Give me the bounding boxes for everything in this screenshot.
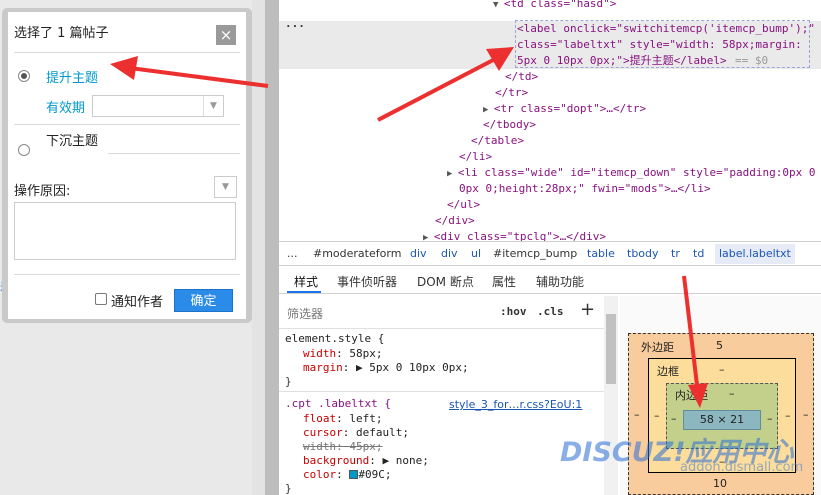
reason-textarea[interactable] [14, 202, 236, 260]
style-property[interactable]: margin: ▶ 5px 0 10px 0px; [303, 361, 469, 375]
border-top-value[interactable]: – [719, 363, 725, 376]
tab-event-listeners[interactable]: 事件侦听器 [337, 273, 397, 290]
dom-line[interactable]: </ul> [447, 197, 480, 213]
more-icon[interactable]: ··· [285, 20, 305, 33]
notify-author-label[interactable]: 通知作者 [111, 291, 163, 310]
breadcrumb-item[interactable]: ... [287, 247, 298, 260]
filter-input[interactable]: 筛选器 [287, 305, 323, 322]
divider [14, 274, 240, 275]
style-property-overridden[interactable]: width: 45px; [303, 440, 383, 454]
breadcrumb-item[interactable]: ul [471, 247, 481, 260]
style-property[interactable]: color: #09C; [303, 468, 392, 482]
validity-label: 有效期 [46, 101, 86, 116]
padding-top-value[interactable]: – [729, 387, 735, 400]
rule-close: } [285, 375, 292, 388]
divider [14, 124, 240, 125]
tab-accessibility[interactable]: 辅助功能 [536, 273, 584, 290]
tab-styles[interactable]: 样式 [294, 273, 318, 290]
scrollbar-thumb[interactable] [606, 314, 616, 384]
elements-tree: ··· ▼ <td class="hasd"> <label onclick="… [279, 0, 821, 243]
tab-properties[interactable]: 属性 [492, 273, 516, 290]
confirm-button[interactable]: 确定 [174, 289, 233, 312]
option-bump-label[interactable]: 提升主题 [46, 67, 98, 86]
styles-tabs: 样式 事件侦听器 DOM 断点 属性 辅助功能 [279, 266, 821, 294]
active-tab-indicator [287, 291, 321, 293]
chevron-down-icon: ▼ [203, 96, 223, 116]
notify-author-checkbox[interactable] [95, 293, 107, 305]
border-right-value[interactable]: – [785, 409, 791, 422]
source-link[interactable]: style_3_for…r.css?EoU:1 [449, 398, 582, 411]
moderate-dialog-frame: 选择了 1 篇帖子 × 提升主题 有效期 ▼ 下沉主题 操作原因: ▼ 通知作者… [2, 8, 252, 323]
breadcrumb-item[interactable]: table [587, 247, 615, 260]
margin-label: 外边距 [641, 341, 674, 354]
cls-toggle[interactable]: .cls [537, 305, 564, 318]
reason-dropdown[interactable]: ▼ [214, 176, 237, 198]
breadcrumb-item-selected[interactable]: label.labeltxt [715, 244, 795, 264]
split-divider[interactable] [265, 0, 279, 495]
dom-line[interactable]: </li> [459, 149, 492, 165]
dom-line[interactable]: ▼ <td class="hasd"> [493, 0, 616, 12]
style-property[interactable]: width: 58px; [303, 347, 383, 361]
dom-line[interactable]: ▶ <li class="wide" id="itemcp_down" styl… [447, 165, 815, 181]
margin-bottom-value[interactable]: 10 [713, 477, 727, 490]
selected-node-box [515, 20, 810, 68]
box-model-content[interactable]: 58 × 21 [683, 410, 761, 430]
tab-dom-breakpoints[interactable]: DOM 断点 [417, 273, 474, 290]
filter-bar: 筛选器 :hov .cls + [279, 295, 609, 329]
option-sink-label[interactable]: 下沉主题 [46, 131, 106, 152]
breadcrumb-item[interactable]: td [693, 247, 704, 260]
rule-selector: element.style { [285, 332, 385, 345]
margin-left-value[interactable]: – [634, 408, 640, 421]
border-left-value[interactable]: – [654, 409, 660, 422]
margin-top-value[interactable]: 5 [716, 339, 723, 352]
style-property[interactable]: float: left; [303, 412, 383, 426]
padding-label: 内边距 [675, 389, 708, 402]
breadcrumb-item[interactable]: #itemcp_bump [493, 247, 577, 260]
rule-divider [279, 391, 604, 392]
dom-line[interactable]: </tr> [495, 85, 528, 101]
rule-close: } [285, 482, 292, 495]
breadcrumb-item[interactable]: div [410, 247, 427, 260]
moderate-dialog: 选择了 1 篇帖子 × 提升主题 有效期 ▼ 下沉主题 操作原因: ▼ 通知作者… [8, 12, 246, 319]
dom-line[interactable]: ▶ <tr class="dopt">…</tr> [483, 101, 646, 117]
breadcrumb-item[interactable]: tbody [627, 247, 659, 260]
padding-left-value[interactable]: – [671, 412, 677, 425]
padding-right-value[interactable]: – [767, 412, 773, 425]
breadcrumb: ... #moderateform div div ul #itemcp_bum… [279, 241, 821, 266]
bump-radio[interactable] [18, 70, 30, 82]
breadcrumb-item[interactable]: div [441, 247, 458, 260]
close-icon[interactable]: × [216, 25, 236, 45]
reason-label: 操作原因: [14, 184, 71, 199]
dom-line[interactable]: 0px 0;height:28px;" fwin="mods">…</li> [459, 181, 711, 197]
margin-right-value[interactable]: – [803, 408, 809, 421]
add-rule-button[interactable]: + [580, 299, 595, 320]
validity-select[interactable]: ▼ [92, 95, 224, 117]
breadcrumb-item[interactable]: #moderateform [313, 247, 401, 260]
dom-line[interactable]: </table> [471, 133, 524, 149]
style-property[interactable]: background: ▶ none; [303, 454, 429, 468]
breadcrumb-item[interactable]: tr [671, 247, 680, 260]
watermark-url: addon.dismall.com [680, 460, 804, 475]
divider [108, 153, 240, 154]
dom-line[interactable]: </td> [505, 69, 538, 85]
devtools: ··· ▼ <td class="hasd"> <label onclick="… [279, 0, 821, 495]
page-edge [252, 0, 265, 495]
divider [14, 52, 240, 53]
dialog-title: 选择了 1 篇帖子 [14, 26, 109, 41]
dom-line[interactable]: </div> [435, 213, 475, 229]
sink-radio[interactable] [18, 144, 30, 156]
rule-selector: .cpt .labeltxt { [285, 397, 391, 410]
hov-toggle[interactable]: :hov [500, 305, 527, 318]
border-label: 边框 [657, 365, 679, 378]
styles-pane: element.style { width: 58px; margin: ▶ 5… [279, 330, 604, 495]
dom-line[interactable]: </tbody> [483, 117, 536, 133]
style-property[interactable]: cursor: default; [303, 426, 409, 440]
